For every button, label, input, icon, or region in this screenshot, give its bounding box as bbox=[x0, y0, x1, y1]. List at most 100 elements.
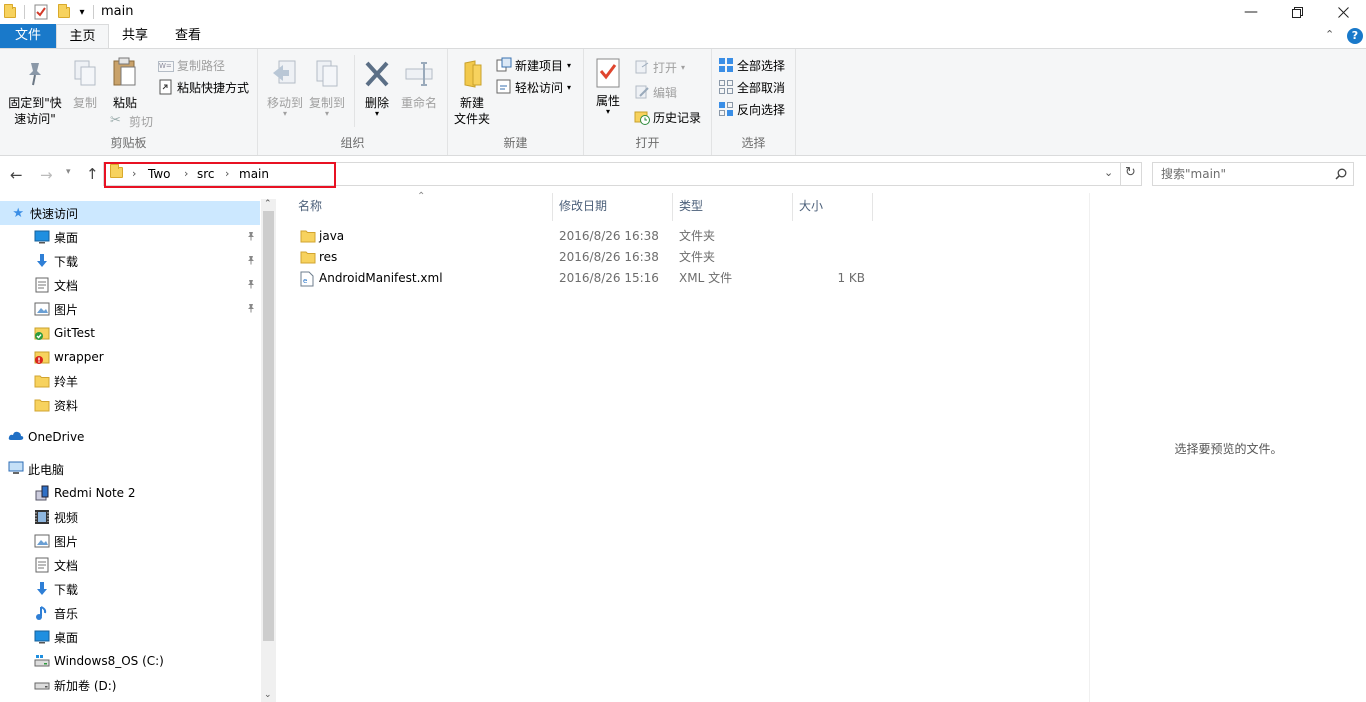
address-dropdown-icon[interactable]: ⌄ bbox=[1104, 166, 1113, 179]
sidebar-item-quick-4[interactable]: GitTest bbox=[0, 321, 260, 345]
file-name: java bbox=[319, 229, 345, 243]
sidebar-item-quick-1[interactable]: 下载 bbox=[0, 249, 260, 273]
move-to-button[interactable]: 移动到 ▾ bbox=[264, 59, 306, 118]
new-folder-quick-icon[interactable] bbox=[56, 3, 72, 21]
properties-quick-icon[interactable] bbox=[32, 3, 50, 21]
rename-button[interactable]: 重命名 bbox=[398, 59, 440, 111]
minimize-button[interactable]: — bbox=[1228, 0, 1274, 24]
nav-scrollbar[interactable]: ⌃ ⌄ bbox=[261, 199, 276, 702]
sidebar-item-pc-6[interactable]: 桌面 bbox=[0, 625, 260, 649]
column-size[interactable]: 大小 bbox=[793, 193, 873, 221]
sidebar-item-quick-7[interactable]: 资料 bbox=[0, 393, 260, 417]
delete-button[interactable]: 删除 ▾ bbox=[358, 59, 396, 118]
sidebar-item-label: 图片 bbox=[54, 302, 79, 317]
column-name[interactable]: 名称 bbox=[292, 193, 553, 221]
file-date: 2016/8/26 16:38 bbox=[559, 229, 659, 243]
pin-icon[interactable] bbox=[246, 303, 256, 315]
search-input[interactable]: 搜索"main" bbox=[1152, 162, 1354, 186]
sidebar-item-this-pc[interactable]: 此电脑 bbox=[0, 457, 260, 481]
open-label: 打开 bbox=[653, 60, 678, 75]
table-row[interactable]: res 2016/8/26 16:38 文件夹 bbox=[297, 247, 877, 268]
sidebar-item-label: Windows8_OS (C:) bbox=[54, 654, 164, 668]
pin-icon[interactable] bbox=[246, 255, 256, 267]
videos-icon bbox=[0, 509, 50, 525]
sidebar-item-pc-8[interactable]: 新加卷 (D:) bbox=[0, 673, 260, 697]
pictures-icon bbox=[0, 534, 50, 548]
sidebar-item-pc-5[interactable]: 音乐 bbox=[0, 601, 260, 625]
drive-icon bbox=[0, 678, 50, 692]
history-button[interactable]: 历史记录 bbox=[634, 107, 701, 127]
scroll-up-icon[interactable]: ⌃ bbox=[264, 199, 272, 209]
cut-button[interactable]: ✂ 剪切 bbox=[110, 111, 153, 131]
close-button[interactable] bbox=[1320, 0, 1366, 24]
customize-toolbar-icon[interactable]: ▾ bbox=[76, 3, 88, 21]
sidebar-item-quick-3[interactable]: 图片 bbox=[0, 297, 260, 321]
tab-file[interactable]: 文件 bbox=[0, 24, 56, 48]
easy-access-button[interactable]: 轻松访问 ▾ bbox=[496, 77, 571, 97]
paste-button[interactable]: 粘贴 bbox=[106, 57, 144, 111]
copy-button[interactable]: 复制 bbox=[68, 59, 102, 111]
sidebar-item-pc-3[interactable]: 文档 bbox=[0, 553, 260, 577]
sidebar-item-quick-2[interactable]: 文档 bbox=[0, 273, 260, 297]
sidebar-item-quick-6[interactable]: 羚羊 bbox=[0, 369, 260, 393]
help-icon[interactable]: ? bbox=[1347, 28, 1363, 44]
organize-group: 移动到 ▾ 复制到 ▾ 删除 ▾ 重命名 组织 bbox=[258, 49, 448, 155]
recent-locations-icon[interactable]: ▾ bbox=[66, 167, 71, 177]
tab-view[interactable]: 查看 bbox=[166, 24, 210, 48]
tab-home[interactable]: 主页 bbox=[56, 24, 109, 49]
sidebar-item-quick-5[interactable]: wrapper bbox=[0, 345, 260, 369]
sidebar-item-pc-7[interactable]: Windows8_OS (C:) bbox=[0, 649, 260, 673]
open-button[interactable]: 打开 ▾ bbox=[634, 57, 685, 77]
tab-share[interactable]: 共享 bbox=[113, 24, 157, 48]
sidebar-item-onedrive[interactable]: OneDrive bbox=[0, 425, 260, 449]
invert-selection-button[interactable]: 反向选择 bbox=[718, 99, 785, 119]
delete-x-icon bbox=[365, 61, 389, 87]
sidebar-item-label: 羚羊 bbox=[54, 374, 79, 389]
scrollbar-thumb[interactable] bbox=[263, 211, 274, 641]
up-arrow-icon[interactable]: ↑ bbox=[86, 165, 99, 183]
table-row[interactable]: java 2016/8/26 16:38 文件夹 bbox=[297, 226, 877, 247]
pin-icon[interactable] bbox=[246, 231, 256, 243]
back-arrow-icon[interactable]: ← bbox=[10, 166, 23, 184]
sidebar-item-pc-1[interactable]: 视频 bbox=[0, 505, 260, 529]
sidebar-item-pc-2[interactable]: 图片 bbox=[0, 529, 260, 553]
dropdown-arrow-icon: ▾ bbox=[567, 82, 572, 92]
paste-shortcut-button[interactable]: 粘贴快捷方式 bbox=[158, 77, 249, 97]
select-none-button[interactable]: 全部取消 bbox=[718, 77, 785, 97]
pin-icon[interactable] bbox=[246, 279, 256, 291]
folder-icon bbox=[300, 229, 316, 243]
easy-access-icon bbox=[496, 79, 512, 95]
ribbon: 固定到"快 速访问" 复制 粘贴 W= 复制路径 粘贴快捷方式 ✂ 剪切 剪贴板… bbox=[0, 48, 1366, 156]
folder-icon bbox=[2, 3, 18, 21]
close-icon bbox=[1337, 6, 1349, 18]
forward-arrow-icon[interactable]: → bbox=[40, 166, 53, 184]
pin-quick-access-button[interactable]: 固定到"快 速访问" bbox=[4, 59, 66, 127]
maximize-button[interactable] bbox=[1274, 0, 1320, 24]
cloud-icon bbox=[0, 430, 24, 444]
copy-label: 复制 bbox=[72, 96, 97, 110]
sidebar-item-label: 视频 bbox=[54, 510, 79, 525]
sidebar-item-pc-4[interactable]: 下载 bbox=[0, 577, 260, 601]
edit-button[interactable]: 编辑 bbox=[634, 82, 677, 102]
sidebar-item-quick-access[interactable]: ★ 快速访问 bbox=[0, 201, 260, 225]
copy-to-button[interactable]: 复制到 ▾ bbox=[306, 59, 348, 118]
column-type[interactable]: 类型 bbox=[673, 193, 793, 221]
paste-shortcut-icon bbox=[158, 79, 174, 95]
properties-button[interactable]: 属性 ▾ bbox=[590, 57, 626, 116]
new-item-button[interactable]: 新建项目 ▾ bbox=[496, 55, 571, 75]
select-all-button[interactable]: 全部选择 bbox=[718, 55, 785, 75]
column-date[interactable]: 修改日期 bbox=[553, 193, 673, 221]
sidebar-item-pc-0[interactable]: Redmi Note 2 bbox=[0, 481, 260, 505]
history-icon bbox=[634, 109, 650, 125]
table-row[interactable]: e AndroidManifest.xml 2016/8/26 15:16 XML 文… bbox=[297, 268, 877, 289]
dropdown-arrow-icon: ▾ bbox=[567, 60, 572, 70]
copy-path-button[interactable]: W= 复制路径 bbox=[158, 55, 225, 75]
sidebar-item-quick-0[interactable]: 桌面 bbox=[0, 225, 260, 249]
scroll-down-icon[interactable]: ⌄ bbox=[264, 690, 272, 700]
refresh-icon[interactable]: ↻ bbox=[1125, 165, 1136, 180]
cut-label: 剪切 bbox=[129, 114, 154, 129]
new-folder-button[interactable]: 新建 文件夹 bbox=[452, 59, 492, 127]
git-folder-icon bbox=[0, 325, 50, 341]
collapse-ribbon-icon[interactable]: ⌃ bbox=[1325, 28, 1334, 41]
file-date: 2016/8/26 16:38 bbox=[559, 250, 659, 264]
